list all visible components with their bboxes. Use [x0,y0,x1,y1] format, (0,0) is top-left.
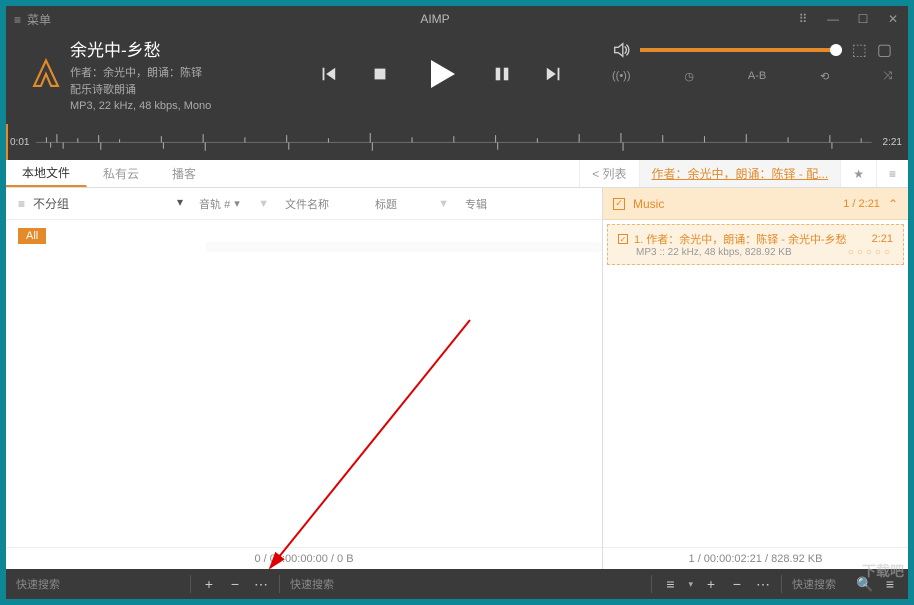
add2-button[interactable]: + [703,576,719,592]
time-elapsed: 0:01 [10,137,29,148]
track-author: 作者：余光中，朗诵：陈铎 [70,65,270,82]
filter-all[interactable]: All [18,228,46,244]
group-dropdown[interactable]: 不分组▾ [33,195,183,212]
col-track[interactable]: 音轨 #▾▼ [191,196,277,212]
track-info: 余光中-乡愁 作者：余光中，朗诵：陈铎 配乐诗歌朗诵 MP3, 22 kHz, … [70,32,270,116]
prev-button[interactable] [319,65,337,83]
col-filename[interactable]: 文件名称 [277,196,367,212]
playlist-count: 1 / 2:21 [843,198,880,210]
play-button[interactable] [423,56,459,92]
collapse-icon[interactable]: ⌃ [888,197,898,211]
playlist-name: Music [633,197,835,211]
volume-icon[interactable] [612,41,630,59]
star-icon[interactable]: ★ [840,160,876,187]
maximize-icon[interactable]: ☐ [856,12,870,26]
compact-icon[interactable]: ⠿ [796,12,810,26]
track-title: 余光中-乡愁 [70,36,270,61]
search-left[interactable]: 快速搜索 [6,569,70,599]
display-icon[interactable]: ▢ [877,40,892,60]
track-album: 配乐诗歌朗诵 [70,82,270,99]
stop-button[interactable] [371,65,389,83]
waveform[interactable]: 0:01 2:21 [6,124,908,160]
item-rating[interactable]: ○○○○○ [848,247,893,258]
tab-bar: 本地文件 私有云 播客 < 列表 作者：余光中，朗诵：陈铎 - 配... ★ ≡ [6,160,908,188]
watermark: 下载吧 [862,561,904,581]
menu-button[interactable]: ≡菜单 [14,11,74,28]
item-check-icon[interactable]: ✓ [618,234,628,244]
broadcast-icon[interactable]: ((•)) [612,70,631,83]
track-list[interactable] [206,220,602,252]
tab-cloud[interactable]: 私有云 [87,160,156,187]
menu-icon[interactable]: ≡ [876,160,908,187]
more-button[interactable]: ⋯ [253,576,269,593]
aimp-logo-icon [22,32,70,116]
list-icon[interactable]: ≡ [662,576,678,592]
minimize-icon[interactable]: — [826,12,840,26]
playlist-header[interactable]: ✓ Music 1 / 2:21 ⌃ [603,188,908,220]
pause-button[interactable] [493,65,511,83]
col-title[interactable]: 标题▼ [367,196,457,212]
library-status: 0 / 00:00:00:00 / 0 B [6,547,602,569]
tab-local[interactable]: 本地文件 [6,160,87,187]
playlist-check-icon[interactable]: ✓ [613,198,625,210]
tab-podcast[interactable]: 播客 [156,160,213,187]
close-icon[interactable]: ✕ [886,12,900,26]
repeat-icon[interactable]: ⟲ [820,70,829,83]
remove-button[interactable]: − [227,576,243,592]
track-format: MP3, 22 kHz, 48 kbps, Mono [70,98,270,115]
next-button[interactable] [545,65,563,83]
add-button[interactable]: + [201,576,217,592]
timer-icon[interactable]: ◷ [684,70,694,83]
search-right[interactable]: 快速搜索 [782,569,846,599]
col-album[interactable]: 专辑 [457,196,495,212]
item-duration: 2:21 [872,233,893,245]
shuffle-icon[interactable]: ⤨ [883,70,892,83]
playlist-item[interactable]: ✓ 1. 作者：余光中，朗诵：陈铎 - 余光中-乡愁 2:21 MP3 :: 2… [607,224,904,265]
playlist-panel: ✓ Music 1 / 2:21 ⌃ ✓ 1. 作者：余光中，朗诵：陈铎 - 余… [603,188,908,569]
library-panel: ≡ 不分组▾ 音轨 #▾▼ 文件名称 标题▼ 专辑 All 0 / 00:00:… [6,188,603,569]
group-menu-icon[interactable]: ≡ [18,197,25,211]
tab-list[interactable]: < 列表 [579,160,638,187]
app-title: AIMP [74,12,796,26]
time-total: 2:21 [883,137,902,148]
item-meta: MP3 :: 22 kHz, 48 kbps, 828.92 KB [636,247,792,258]
tab-nowplaying[interactable]: 作者：余光中，朗诵：陈铎 - 配... [639,160,841,187]
item-title: 1. 作者：余光中，朗诵：陈铎 - 余光中-乡愁 [634,231,866,247]
search-center[interactable]: 快速搜索 [280,569,651,599]
titlebar: ≡菜单 AIMP ⠿ — ☐ ✕ [6,6,908,32]
bottom-toolbar: 快速搜索 + − ⋯ 快速搜索 ≡▾ + − ⋯ 快速搜索 🔍 ≡ [6,569,908,599]
volume-slider[interactable] [640,48,842,52]
remove2-button[interactable]: − [729,576,745,592]
player-panel: 余光中-乡愁 作者：余光中，朗诵：陈铎 配乐诗歌朗诵 MP3, 22 kHz, … [6,32,908,124]
equalizer-icon[interactable]: ⬚ [852,40,867,60]
more2-button[interactable]: ⋯ [755,576,771,593]
ab-repeat-button[interactable]: A-B [748,70,766,83]
